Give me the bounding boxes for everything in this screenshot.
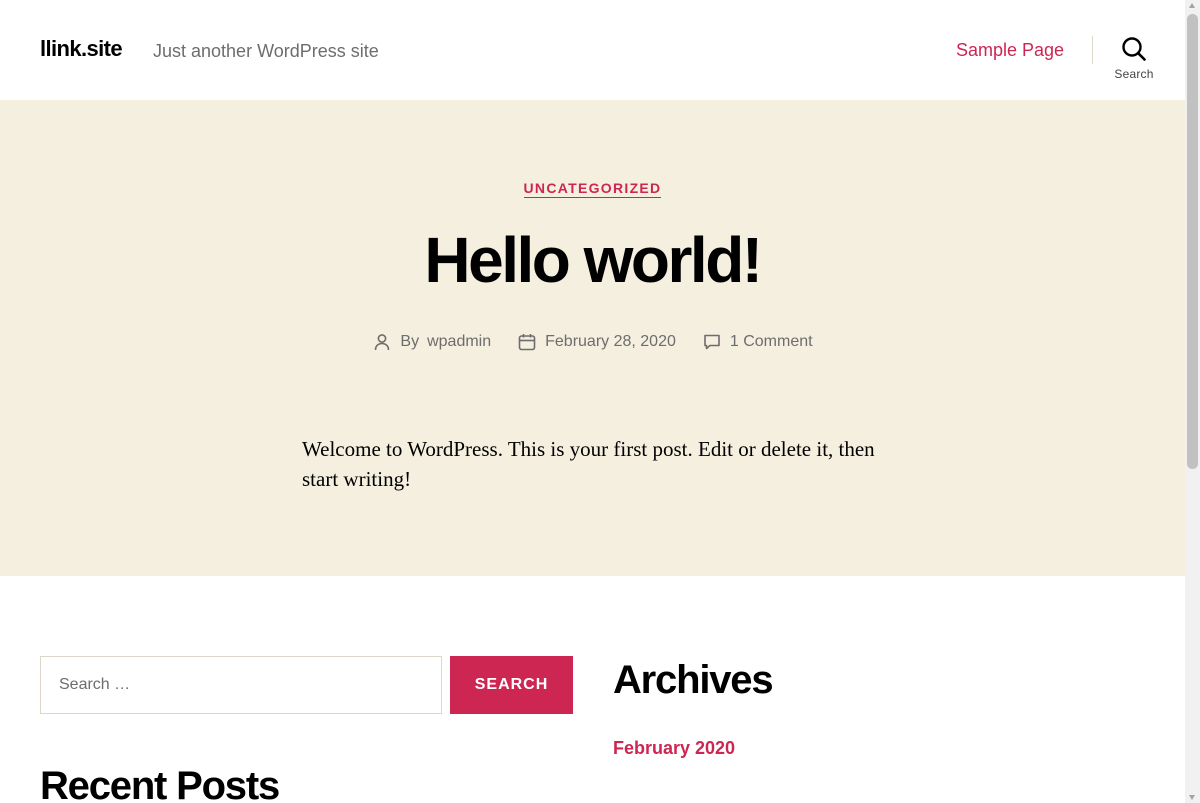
scrollbar-thumb[interactable] — [1187, 14, 1198, 469]
footer-widgets: SEARCH Recent Posts Archives February 20… — [0, 576, 1185, 803]
calendar-icon — [518, 334, 536, 351]
archives-heading: Archives — [613, 658, 774, 702]
author-prefix: By — [400, 333, 420, 350]
comments-link[interactable]: 1 Comment — [730, 333, 813, 351]
page-scrollbar[interactable] — [1185, 0, 1200, 803]
site-header: llink.site Just another WordPress site S… — [0, 0, 1185, 100]
scroll-down-arrow-icon[interactable] — [1189, 795, 1195, 800]
search-toggle-label: Search — [1114, 67, 1154, 81]
post-content: Welcome to WordPress. This is your first… — [302, 437, 875, 492]
post-hero: UNCATEGORIZED Hello world! By wpadmin Fe… — [0, 100, 1185, 576]
site-description: Just another WordPress site — [153, 41, 379, 61]
archive-link-february-2020[interactable]: February 2020 — [613, 738, 735, 759]
date-link[interactable]: February 28, 2020 — [545, 333, 676, 351]
scroll-up-arrow-icon[interactable] — [1189, 3, 1195, 8]
post-comments: 1 Comment — [702, 332, 813, 352]
post-title: Hello world! — [424, 224, 763, 296]
recent-posts-heading: Recent Posts — [40, 764, 280, 803]
search-submit-button[interactable]: SEARCH — [450, 656, 573, 714]
search-toggle-button[interactable]: Search — [1108, 36, 1160, 88]
search-icon — [1122, 37, 1146, 61]
post-category: UNCATEGORIZED — [0, 180, 1185, 198]
search-input[interactable] — [40, 656, 442, 714]
category-link[interactable]: UNCATEGORIZED — [523, 180, 662, 198]
site-title-link[interactable]: llink.site — [40, 36, 123, 62]
header-divider — [1092, 36, 1093, 64]
post-date: February 28, 2020 — [517, 332, 676, 352]
user-icon — [375, 334, 390, 351]
page: llink.site Just another WordPress site S… — [0, 0, 1185, 803]
post-author: By wpadmin — [372, 332, 491, 352]
post-meta: By wpadmin February 28, 2020 1 Comment — [0, 332, 1185, 352]
comment-icon — [704, 334, 720, 350]
author-link[interactable]: wpadmin — [427, 333, 491, 351]
nav-item-sample-page[interactable]: Sample Page — [956, 40, 1064, 61]
